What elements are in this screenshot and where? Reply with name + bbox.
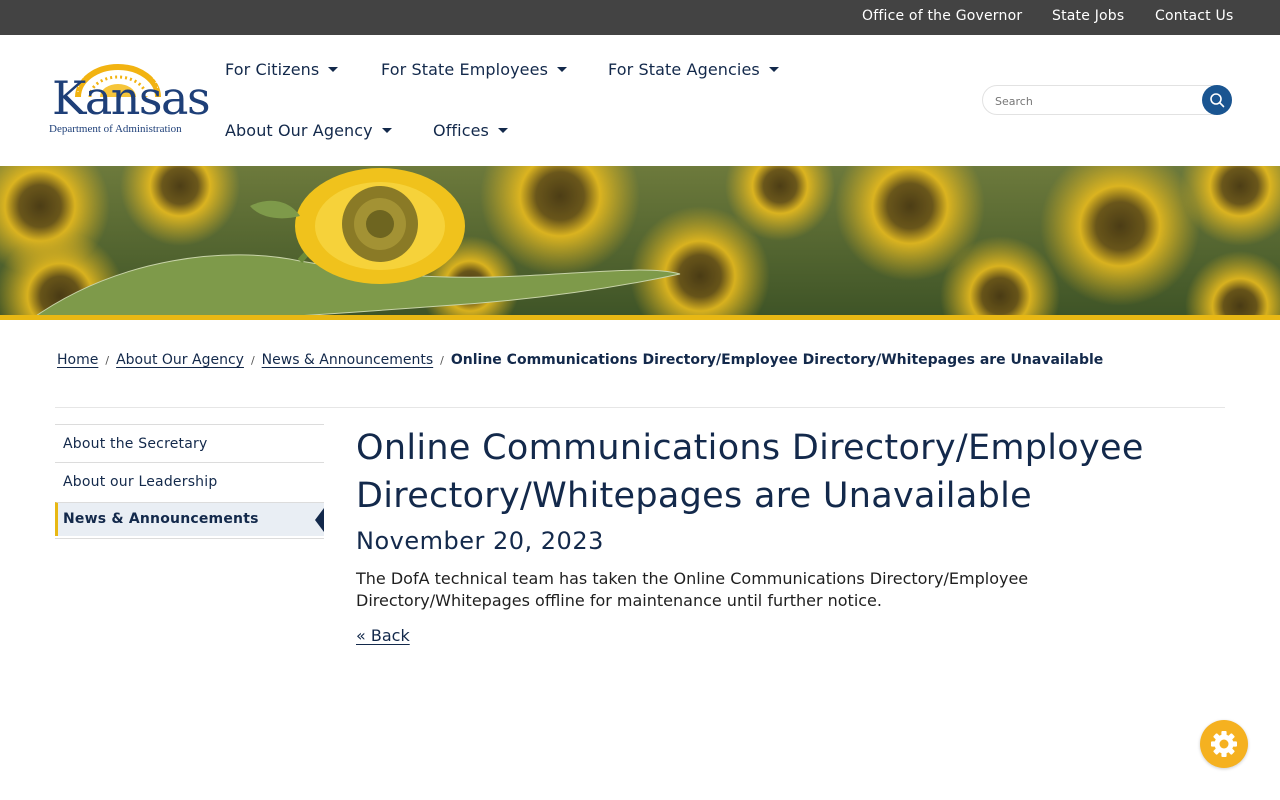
state-jobs-link[interactable]: State Jobs xyxy=(1052,8,1124,24)
search-input[interactable] xyxy=(995,92,1195,110)
hero-banner xyxy=(0,166,1280,320)
nav-label: About Our Agency xyxy=(225,121,373,140)
search-button[interactable] xyxy=(1202,85,1232,115)
gear-icon xyxy=(1211,731,1237,757)
caret-down-icon xyxy=(768,67,779,72)
search-field xyxy=(982,85,1232,115)
breadcrumb-separator: / xyxy=(250,354,255,367)
logo-subtitle: Department of Administration xyxy=(49,123,182,135)
sidebar-item-about-our-leadership[interactable]: About our Leadership xyxy=(55,462,324,500)
accessibility-settings-button[interactable] xyxy=(1200,720,1248,768)
banner-accent-stripe xyxy=(0,315,1280,320)
nav-label: For State Employees xyxy=(381,60,549,79)
breadcrumb-divider xyxy=(55,407,1225,408)
nav-label: Offices xyxy=(433,121,489,140)
nav-label: For State Agencies xyxy=(608,60,760,79)
back-link[interactable]: « Back xyxy=(356,626,410,645)
nav-about-our-agency[interactable]: About Our Agency xyxy=(225,121,392,140)
kansas-logo[interactable]: Kansas Department of Administration xyxy=(48,61,211,139)
page-title: Online Communications Directory/Employee… xyxy=(356,428,1144,516)
breadcrumb: Home / About Our Agency / News & Announcemen… xyxy=(57,352,1103,368)
sidebar-item-news-announcements[interactable]: News & Announcements xyxy=(55,502,324,536)
sidebar-item-label: News & Announcements xyxy=(63,511,259,527)
sidebar-item-label: About our Leadership xyxy=(63,474,218,490)
nav-offices[interactable]: Offices xyxy=(433,121,508,140)
sunflower-field-image xyxy=(0,166,1280,320)
nav-label: For Citizens xyxy=(225,60,320,79)
contact-us-link[interactable]: Contact Us xyxy=(1155,8,1233,24)
breadcrumb-home[interactable]: Home xyxy=(57,352,98,368)
nav-for-state-employees[interactable]: For State Employees xyxy=(381,60,568,79)
nav-for-citizens[interactable]: For Citizens xyxy=(225,60,339,79)
breadcrumb-current: Online Communications Directory/Employee… xyxy=(450,352,1104,368)
breadcrumb-separator: / xyxy=(440,354,444,367)
utility-bar: Office of the Governor State Jobs Contac… xyxy=(0,0,1280,35)
sidebar-nav: About the Secretary About our Leadership… xyxy=(55,424,324,539)
article-body: The DofA technical team has taken the On… xyxy=(356,569,1029,610)
active-pointer-icon xyxy=(315,508,324,532)
caret-down-icon xyxy=(497,128,508,133)
breadcrumb-about-our-agency[interactable]: About Our Agency xyxy=(116,352,244,368)
caret-down-icon xyxy=(557,67,568,72)
sidebar-divider xyxy=(55,538,324,539)
caret-down-icon xyxy=(381,128,392,133)
article-date: November 20, 2023 xyxy=(356,527,604,555)
nav-for-state-agencies[interactable]: For State Agencies xyxy=(608,60,779,79)
breadcrumb-separator: / xyxy=(105,354,110,367)
breadcrumb-news-announcements[interactable]: News & Announcements xyxy=(262,352,434,368)
sidebar-item-label: About the Secretary xyxy=(63,436,208,452)
sidebar-item-about-the-secretary[interactable]: About the Secretary xyxy=(55,424,324,462)
site-header: Kansas Department of Administration For … xyxy=(0,35,1280,166)
governor-link[interactable]: Office of the Governor xyxy=(862,8,1022,24)
search-icon xyxy=(1210,93,1225,108)
caret-down-icon xyxy=(328,67,339,72)
logo-wordmark: Kansas xyxy=(52,71,211,125)
